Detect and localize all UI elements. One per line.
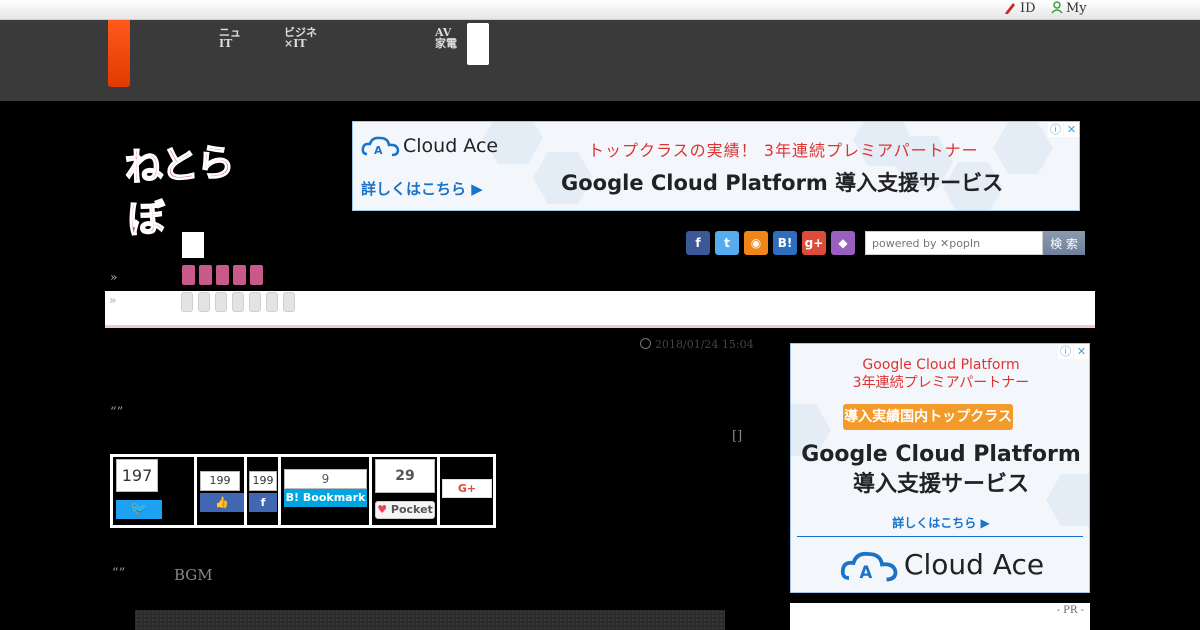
ad-brand: A Cloud Ace [361, 134, 498, 158]
pocket-button: ♥ Pocket [375, 501, 435, 519]
subcategory-tag[interactable] [266, 292, 278, 312]
sidebar-ad-cta[interactable]: 詳しくはこちら ▶ [791, 514, 1089, 531]
subcategory-tag[interactable] [283, 292, 295, 312]
ad-controls: ⓘ ✕ [1048, 122, 1079, 137]
nav-blank-box[interactable] [467, 23, 489, 65]
twitter-icon[interactable]: t [715, 231, 739, 255]
nav-item-business-it[interactable]: ビジネ ×IT [284, 27, 317, 49]
sidebar-ad-pill: 導入実績国内トップクラス [843, 404, 1013, 430]
category-tags [182, 265, 263, 285]
gplus-label: G+ [442, 479, 492, 498]
pocket-icon: ♥ [377, 503, 388, 516]
sidebar-ad-product: Google Cloud Platform 導入支援サービス [801, 442, 1081, 497]
rss-icon[interactable]: ◉ [744, 231, 768, 255]
close-icon[interactable]: ✕ [1064, 122, 1079, 137]
article-bracket: [] [732, 429, 743, 444]
sidebar-ad-headline: Google Cloud Platform 3年連続プレミアパートナー [852, 357, 1030, 391]
cloud-icon: A [361, 136, 400, 157]
facebook-share[interactable]: 199 f [247, 457, 281, 525]
facebook-icon: f [249, 493, 277, 512]
my-link-label: My [1066, 1, 1087, 16]
hatena-bookmark-label: B! Bookmark [284, 489, 367, 507]
twitter-share[interactable]: 197 🐦 [113, 457, 197, 525]
article-bgm-text: BGM [174, 566, 213, 584]
nav-item-news-it[interactable]: ニュ IT [219, 27, 241, 49]
facebook-count: 199 [249, 471, 277, 491]
breadcrumb-sep: » [110, 270, 118, 284]
twitter-count: 197 [116, 459, 158, 492]
sidebar-ad[interactable]: ⓘ ✕ Google Cloud Platform 3年連続プレミアパートナー … [790, 343, 1090, 593]
pr-label: - PR - [1056, 605, 1084, 616]
ad-product: Google Cloud Platform 導入支援サービス [561, 171, 1004, 195]
nav-item-av[interactable]: AV 家電 [435, 27, 457, 49]
search-button[interactable]: 検 索 [1043, 231, 1085, 255]
pocket-share[interactable]: 29 ♥ Pocket [372, 457, 440, 525]
twitter-icon: 🐦 [116, 500, 162, 519]
ad-headline: トップクラスの実績！ 3年連続プレミアパートナー [588, 141, 979, 160]
sidebar-ad-divider [797, 536, 1083, 537]
search-input[interactable] [865, 231, 1043, 255]
hatena-icon[interactable]: B! [773, 231, 797, 255]
category-box[interactable] [182, 232, 204, 258]
like-count: 199 [200, 471, 240, 491]
category-tag[interactable] [216, 265, 229, 285]
cloud-icon: A [840, 551, 898, 582]
user-icon [1051, 1, 1063, 14]
hatena-count: 9 [284, 469, 367, 489]
utility-bar: ID My [0, 0, 1200, 20]
category-tag[interactable] [199, 265, 212, 285]
logo-text: ねとらぼ [123, 139, 235, 242]
google-plus-icon[interactable]: g+ [802, 231, 826, 255]
article-date: 2018/01/24 15:04 [640, 338, 754, 351]
nav-home-tab[interactable] [108, 20, 130, 87]
id-link[interactable]: ID [1004, 1, 1036, 16]
my-link[interactable]: My [1051, 1, 1087, 16]
subcategory-tag[interactable] [181, 292, 193, 312]
sidebar-ad-brand: A Cloud Ace [791, 548, 1089, 584]
info-icon[interactable]: ⓘ [1048, 122, 1063, 137]
article-quote: “” [110, 405, 124, 420]
top-banner-ad[interactable]: ⓘ ✕ A Cloud Ace 詳しくはこちら ▶ トップクラスの実績！ 3年連続… [352, 121, 1080, 211]
pr-box: - PR - [790, 603, 1090, 630]
id-link-label: ID [1020, 1, 1036, 16]
svg-text:A: A [859, 563, 872, 582]
category-tag[interactable] [250, 265, 263, 285]
facebook-icon[interactable]: f [686, 231, 710, 255]
ad-cta[interactable]: 詳しくはこちら ▶ [361, 178, 483, 199]
like-share[interactable]: 199 👍 [197, 457, 247, 525]
hatena-share[interactable]: 9 B! Bookmark [281, 457, 372, 525]
svg-text:A: A [374, 144, 383, 157]
breadcrumb-sep: » [109, 293, 117, 307]
site-logo[interactable]: ねとらぼ [123, 138, 262, 242]
pocket-count: 29 [375, 459, 435, 493]
clock-icon [640, 338, 651, 349]
subcategory-tag[interactable] [215, 292, 227, 312]
cat-icon[interactable]: ◆ [831, 231, 855, 255]
subcategory-band: » [105, 291, 1095, 328]
subcategory-tag[interactable] [198, 292, 210, 312]
subcategory-tag[interactable] [249, 292, 261, 312]
share-buttons: 197 🐦 199 👍 199 f 9 B! Bookmark 29 ♥ Poc… [110, 454, 496, 528]
pencil-icon [1005, 3, 1015, 14]
thumbs-up-icon: 👍 [200, 493, 244, 512]
gplus-share[interactable]: G+ [440, 457, 496, 525]
global-nav: ニュ IT ビジネ ×IT AV 家電 [0, 20, 1200, 101]
subcategory-tags [181, 292, 295, 312]
search-form: 検 索 [865, 231, 1085, 255]
category-tag[interactable] [182, 265, 195, 285]
article-quote: “” [112, 566, 126, 581]
category-tag[interactable] [233, 265, 246, 285]
embedded-video[interactable] [135, 610, 725, 630]
subcategory-tag[interactable] [232, 292, 244, 312]
